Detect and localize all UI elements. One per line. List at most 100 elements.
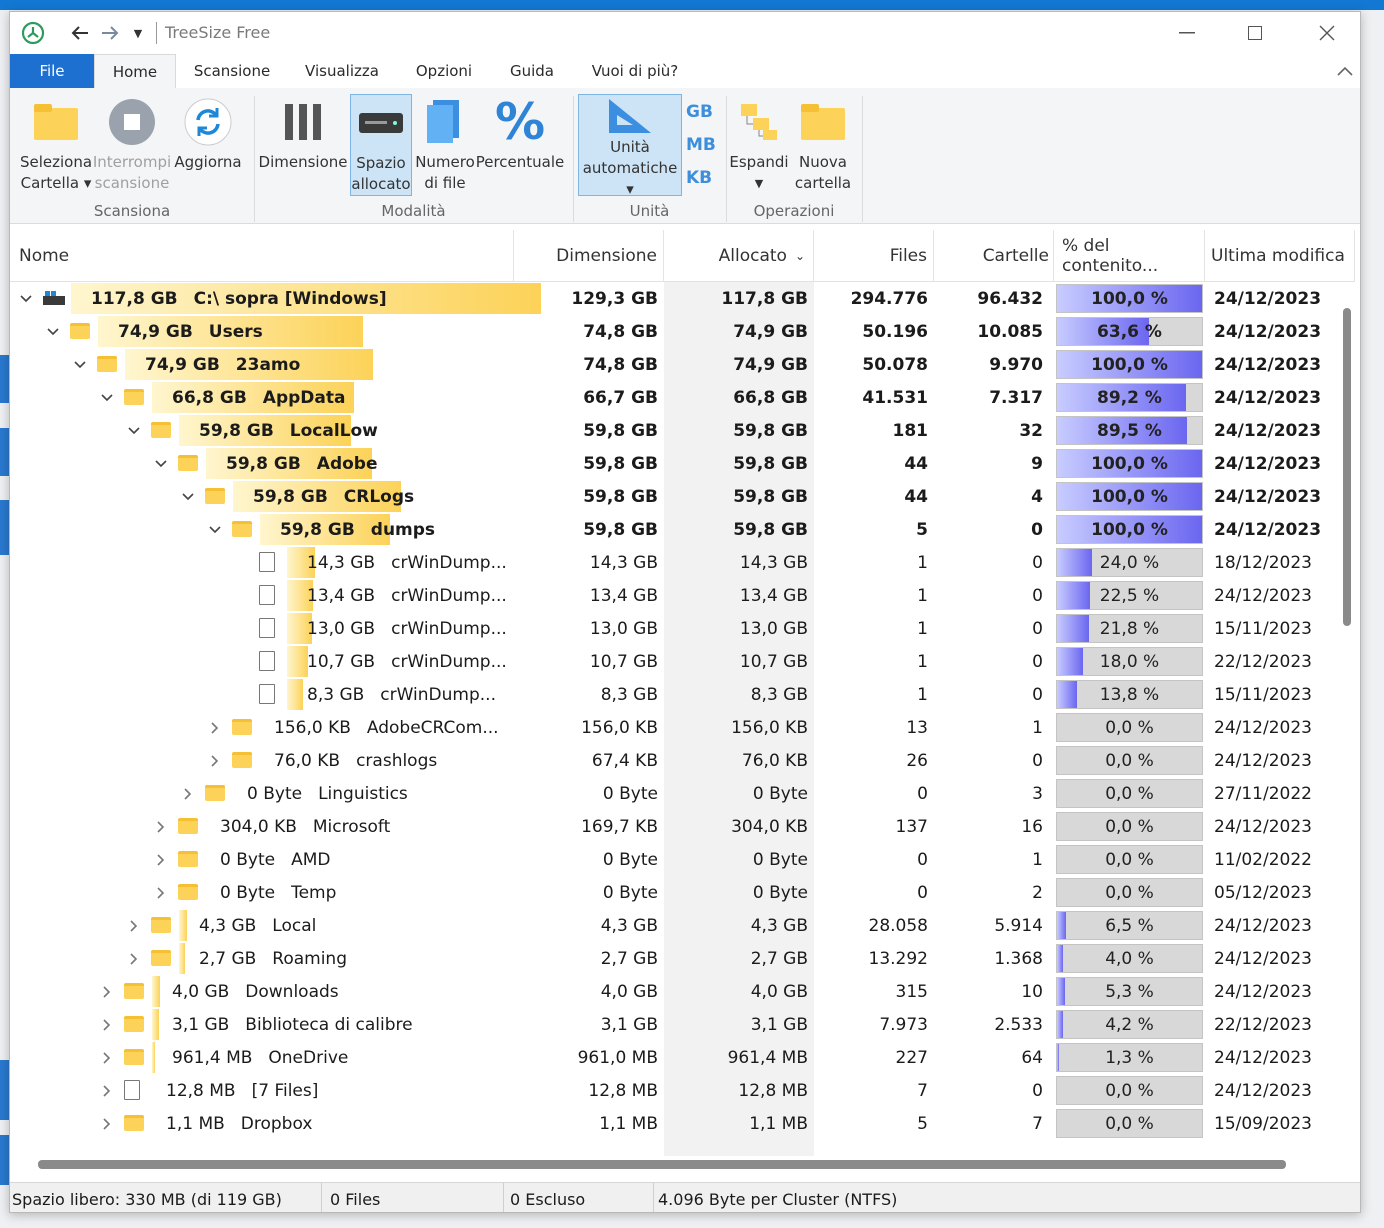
column-header-files[interactable]: Files <box>814 230 934 282</box>
chevron-right-icon[interactable] <box>154 843 168 876</box>
tab-guida[interactable]: Guida <box>494 54 570 88</box>
tree-row[interactable]: 2,7 GB Roaming 2,7 GB 2,7 GB 13.292 1.368 4,0 … <box>10 942 1355 975</box>
chevron-down-icon[interactable] <box>73 348 87 381</box>
chevron-right-icon[interactable] <box>154 810 168 843</box>
percent-bar: 63,6 % <box>1056 317 1203 346</box>
percent-label: 63,6 % <box>1097 321 1162 342</box>
tree-row[interactable]: 76,0 KB crashlogs 67,4 KB 76,0 KB 26 0 0,0 % 24… <box>10 744 1355 777</box>
column-header-percent[interactable]: % del contenito... <box>1054 230 1205 282</box>
new-folder-button[interactable]: Nuova cartella <box>792 94 854 196</box>
file-count-mode-button[interactable]: Numero di file <box>414 94 476 196</box>
chevron-right-icon[interactable] <box>100 1041 114 1074</box>
column-header-size[interactable]: Dimensione <box>514 230 664 282</box>
chevron-down-icon[interactable] <box>46 315 60 348</box>
chevron-down-icon[interactable] <box>100 381 114 414</box>
chevron-right-icon[interactable] <box>181 777 195 810</box>
chevron-right-icon[interactable] <box>100 1074 114 1107</box>
chevron-down-icon[interactable] <box>181 480 195 513</box>
tab-visualizza[interactable]: Visualizza <box>292 54 392 88</box>
unit-gb-button[interactable]: GB <box>686 102 713 122</box>
tree-row[interactable]: 117,8 GB C:\ sopra [Windows] 129,3 GB 117,8… <box>10 282 1355 315</box>
tree-row[interactable]: 10,7 GB crWinDump... 10,7 GB 10,7 GB 1 0 18,0 … <box>10 645 1355 678</box>
tree-row[interactable]: 59,8 GB LocalLow 59,8 GB 59,8 GB 181 32 89,5 %… <box>10 414 1355 447</box>
maximize-icon[interactable] <box>1220 12 1290 54</box>
tree-row[interactable]: 59,8 GB dumps 59,8 GB 59,8 GB 5 0 100,0 % 24/12… <box>10 513 1355 546</box>
chevron-down-icon[interactable] <box>19 282 33 315</box>
tree-row[interactable]: 59,8 GB CRLogs 59,8 GB 59,8 GB 44 4 100,0 % 24/… <box>10 480 1355 513</box>
tree-row[interactable]: 961,4 MB OneDrive 961,0 MB 961,4 MB 227 64 1,3… <box>10 1041 1355 1074</box>
chevron-right-icon[interactable] <box>208 744 222 777</box>
chevron-down-icon[interactable] <box>127 414 141 447</box>
tree-row[interactable]: 66,8 GB AppData 66,7 GB 66,8 GB 41.531 7.317 8… <box>10 381 1355 414</box>
percentage-mode-button[interactable]: % Percentuale <box>476 94 565 196</box>
tab-scansione[interactable]: Scansione <box>180 54 284 88</box>
auto-units-button[interactable]: Unità automatiche ▾ <box>578 94 682 198</box>
horizontal-scroll-thumb[interactable] <box>38 1160 1286 1169</box>
node-size-label: 2,7 GB <box>199 948 257 969</box>
size-cell: 10,7 GB <box>589 651 658 672</box>
refresh-button[interactable]: Aggiorna <box>172 94 244 196</box>
unit-kb-button[interactable]: KB <box>686 168 712 188</box>
percent-label: 6,5 % <box>1105 915 1154 936</box>
quick-access-dropdown-icon[interactable]: ▼ <box>128 18 148 48</box>
unit-mb-button[interactable]: MB <box>686 135 716 155</box>
app-logo-icon[interactable] <box>20 18 46 48</box>
tree-row[interactable]: 4,0 GB Downloads 4,0 GB 4,0 GB 315 10 5,3 % 24/… <box>10 975 1355 1008</box>
tree-row[interactable]: 74,9 GB 23amo 74,8 GB 74,9 GB 50.078 9.970 100… <box>10 348 1355 381</box>
allocated-cell: 1,1 MB <box>749 1113 808 1134</box>
minimize-icon[interactable] <box>1152 12 1222 54</box>
vertical-scrollbar[interactable] <box>1340 282 1352 1158</box>
tree-row[interactable]: 13,0 GB crWinDump... 13,0 GB 13,0 GB 1 0 21,8 … <box>10 612 1355 645</box>
column-header-name[interactable]: Nome <box>10 230 514 282</box>
tree-rows: 117,8 GB C:\ sopra [Windows] 129,3 GB 117,8… <box>10 282 1355 1156</box>
tab-file[interactable]: File <box>10 54 94 88</box>
back-arrow-icon[interactable] <box>68 18 92 48</box>
chevron-right-icon[interactable] <box>127 942 141 975</box>
node-size-label: 1,1 MB <box>166 1113 225 1134</box>
chevron-right-icon[interactable] <box>127 909 141 942</box>
tree-row[interactable]: 0 Byte Temp 0 Byte 0 Byte 0 2 0,0 % 05/12/2023 <box>10 876 1355 909</box>
chevron-right-icon[interactable] <box>208 711 222 744</box>
horizontal-scrollbar[interactable] <box>10 1156 1355 1172</box>
tree-row[interactable]: 8,3 GB crWinDump... 8,3 GB 8,3 GB 1 0 13,8 % 15… <box>10 678 1355 711</box>
chevron-right-icon[interactable] <box>154 876 168 909</box>
close-icon[interactable] <box>1292 12 1360 54</box>
files-cell: 13.292 <box>868 948 928 969</box>
expand-button[interactable]: Espandi ▼ <box>728 94 790 196</box>
tree-row[interactable]: 12,8 MB [7 Files] 12,8 MB 12,8 MB 7 0 0,0 % 24/… <box>10 1074 1355 1107</box>
collapse-ribbon-icon[interactable] <box>1328 54 1360 88</box>
tree-row[interactable]: 59,8 GB Adobe 59,8 GB 59,8 GB 44 9 100,0 % 24/1… <box>10 447 1355 480</box>
chevron-down-icon[interactable] <box>154 447 168 480</box>
tab-home[interactable]: Home <box>94 54 176 88</box>
tab-opzioni[interactable]: Opzioni <box>402 54 486 88</box>
chevron-right-icon[interactable] <box>100 1107 114 1140</box>
column-header-allocated[interactable]: Allocato ⌄ <box>664 230 814 282</box>
stop-scan-button[interactable]: Interrompi scansione <box>93 94 171 196</box>
percent-bar: 0,0 % <box>1056 845 1203 874</box>
chevron-right-icon[interactable] <box>100 975 114 1008</box>
folder-icon <box>151 422 171 438</box>
tree-row[interactable]: 74,9 GB Users 74,8 GB 74,9 GB 50.196 10.085 63… <box>10 315 1355 348</box>
tree-row[interactable]: 0 Byte Linguistics 0 Byte 0 Byte 0 3 0,0 % 27/1… <box>10 777 1355 810</box>
vertical-scroll-thumb[interactable] <box>1343 308 1351 626</box>
percent-label: 13,8 % <box>1099 684 1160 705</box>
allocated-cell: 8,3 GB <box>750 684 808 705</box>
select-folder-button[interactable]: Seleziona Cartella ▾ <box>18 94 94 196</box>
tree-row[interactable]: 1,1 MB Dropbox 1,1 MB 1,1 MB 5 7 0,0 % 15/09/20… <box>10 1107 1355 1140</box>
tree-row[interactable]: 14,3 GB crWinDump... 14,3 GB 14,3 GB 1 0 24,0 … <box>10 546 1355 579</box>
allocated-space-mode-button[interactable]: Spazio allocato <box>350 94 412 196</box>
tree-node-label: 156,0 KB AdobeCRCom... <box>274 712 499 743</box>
tree-row[interactable]: 304,0 KB Microsoft 169,7 KB 304,0 KB 137 16 0,… <box>10 810 1355 843</box>
tree-row[interactable]: 13,4 GB crWinDump... 13,4 GB 13,4 GB 1 0 22,5 … <box>10 579 1355 612</box>
chevron-down-icon[interactable] <box>208 513 222 546</box>
chevron-right-icon[interactable] <box>100 1008 114 1041</box>
column-header-folders[interactable]: Cartelle <box>934 230 1054 282</box>
tree-row[interactable]: 4,3 GB Local 4,3 GB 4,3 GB 28.058 5.914 6,5 % 2… <box>10 909 1355 942</box>
size-mode-button[interactable]: Dimensione <box>259 94 347 196</box>
tree-row[interactable]: 0 Byte AMD 0 Byte 0 Byte 0 1 0,0 % 11/02/2022 <box>10 843 1355 876</box>
tree-row[interactable]: 3,1 GB Biblioteca di calibre 3,1 GB 3,1 GB 7… <box>10 1008 1355 1041</box>
column-header-last-modified[interactable]: Ultima modifica <box>1205 230 1355 282</box>
tree-row[interactable]: 156,0 KB AdobeCRCom... 156,0 KB 156,0 KB 13 1… <box>10 711 1355 744</box>
forward-arrow-icon[interactable] <box>98 18 122 48</box>
tab-vuoi-di-piu[interactable]: Vuoi di più? <box>578 54 692 88</box>
